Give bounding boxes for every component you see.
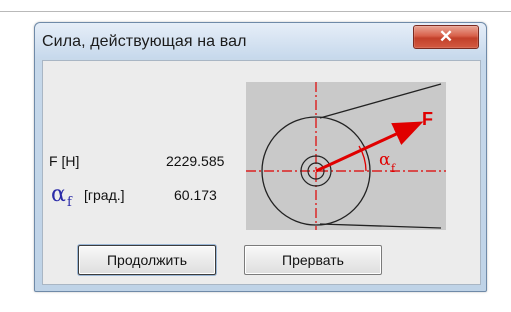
angle-value: 60.173 [174,187,217,203]
diagram-angle-subscript: f [391,162,396,175]
force-value: 2229.585 [166,153,225,169]
shaft-force-diagram: F α f [246,82,446,230]
window-title: Сила, действующая на вал [42,33,247,50]
continue-button[interactable]: Продолжить [78,245,216,275]
dialog-window: Сила, действующая на вал ✕ F [Н] 2229.58… [34,22,487,292]
belt-bottom-line [319,223,442,229]
close-icon: ✕ [438,27,454,46]
dialog-body: F [Н] 2229.585 α f [град.] 60.173 F α f … [42,60,481,285]
force-label: F [Н] [49,153,80,169]
title-bar[interactable]: Сила, действующая на вал ✕ [35,23,486,58]
angle-unit-label: [град.] [84,187,125,203]
close-button[interactable]: ✕ [413,25,479,49]
abort-button[interactable]: Прервать [244,245,382,275]
diagram-force-label: F [422,109,433,129]
diagram-angle-symbol: α [379,150,391,170]
angle-symbol: α [51,182,66,207]
diagram-svg: F α f [246,82,446,230]
force-arrow [315,121,424,173]
page-divider [0,11,511,12]
angle-subscript: f [67,195,72,210]
